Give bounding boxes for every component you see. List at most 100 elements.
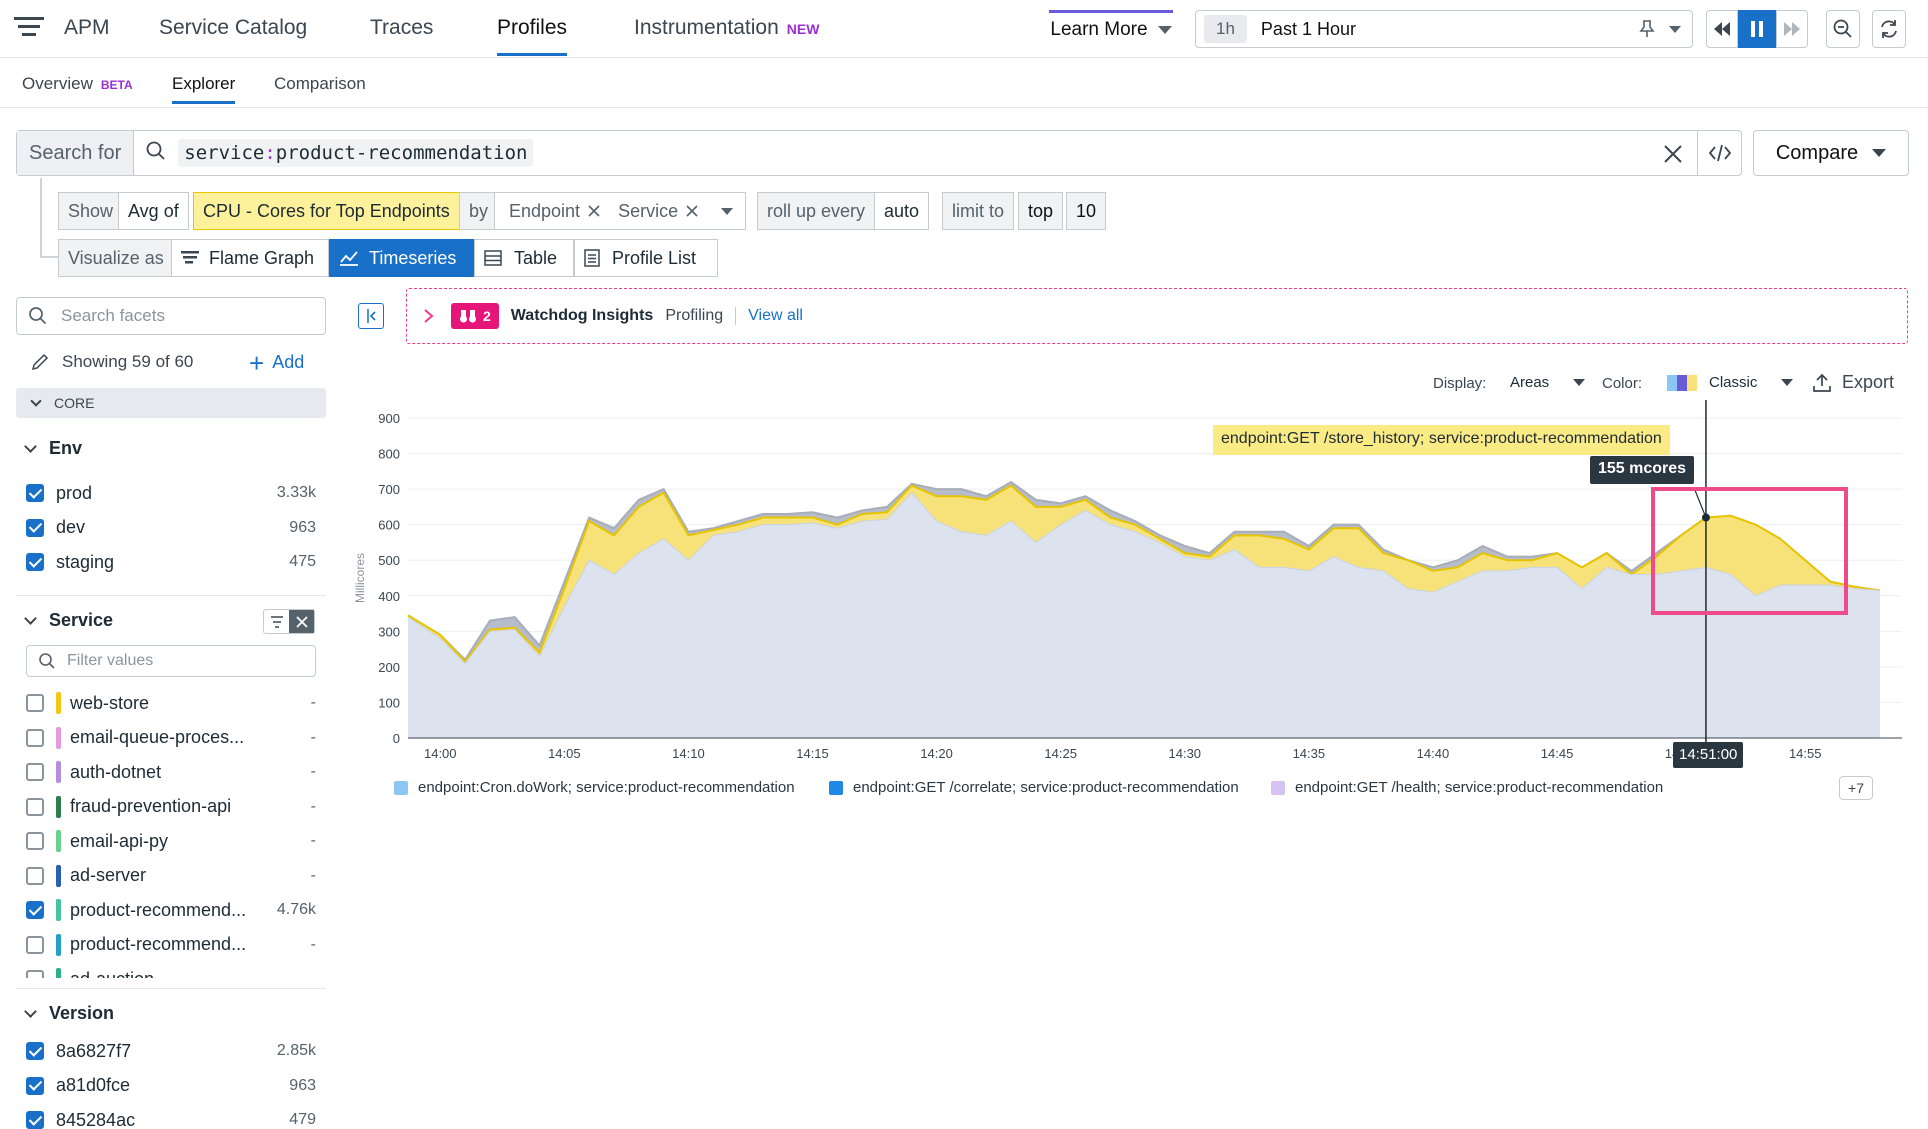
checkbox[interactable]: [26, 518, 44, 537]
pause-button[interactable]: [1738, 10, 1776, 48]
facet-item[interactable]: email-api-py -: [26, 826, 316, 856]
y-tick-label: 900: [378, 411, 400, 426]
legend-more-button[interactable]: +7: [1839, 776, 1873, 800]
service-color-swatch: [56, 726, 61, 749]
fast-forward-button[interactable]: [1776, 10, 1808, 48]
checkbox[interactable]: [26, 832, 44, 850]
checkbox[interactable]: [26, 935, 44, 954]
nav-instrumentation[interactable]: Instrumentation NEW: [634, 16, 819, 40]
rewind-button[interactable]: [1706, 10, 1738, 48]
facet-version-header[interactable]: Version: [24, 1003, 114, 1024]
legend-item[interactable]: endpoint:GET /correlate; service:product…: [829, 779, 1239, 796]
facet-item[interactable]: email-queue-proces... -: [26, 723, 316, 753]
view-all-link[interactable]: View all: [748, 307, 803, 325]
edit-icon[interactable]: [30, 352, 50, 372]
facet-item-name: a81d0fce: [56, 1075, 131, 1095]
checkbox[interactable]: [26, 763, 44, 781]
facet-item-name: ad-server: [70, 865, 147, 885]
facet-search-input[interactable]: Search facets: [16, 297, 326, 335]
visualize-table[interactable]: Table: [474, 239, 574, 277]
compare-button[interactable]: Compare: [1753, 130, 1909, 176]
clear-search-icon[interactable]: [1663, 144, 1683, 169]
facet-item[interactable]: product-recommend... 4.76k: [26, 895, 316, 925]
checkbox[interactable]: [26, 553, 44, 571]
legend-item[interactable]: endpoint:GET /health; service:product-re…: [1271, 779, 1663, 796]
legend-label: endpoint:GET /health; service:product-re…: [1295, 779, 1664, 796]
tag-service[interactable]: Service: [618, 201, 698, 222]
menu-icon[interactable]: [14, 15, 44, 39]
checkbox[interactable]: [26, 484, 44, 502]
close-icon[interactable]: [588, 205, 600, 217]
caret-down-icon[interactable]: [721, 208, 733, 215]
search-query-input[interactable]: service:product-recommendation: [178, 139, 534, 167]
nav-service-catalog[interactable]: Service Catalog: [159, 16, 307, 40]
tab-explorer[interactable]: Explorer: [172, 74, 236, 104]
export-button[interactable]: Export: [1812, 372, 1894, 393]
checkbox[interactable]: [26, 970, 44, 978]
filter-values-input[interactable]: Filter values: [26, 645, 316, 677]
tag-endpoint[interactable]: Endpoint: [509, 201, 600, 222]
chevron-down-icon: [24, 439, 37, 453]
facet-item[interactable]: ad-auction: [26, 964, 316, 978]
checkbox[interactable]: [26, 694, 44, 712]
facet-item[interactable]: 845284ac 479: [26, 1105, 316, 1129]
facet-divider: [16, 988, 326, 989]
checkbox[interactable]: [26, 901, 44, 919]
chevron-down-icon: [30, 394, 42, 407]
refresh-button[interactable]: [1872, 10, 1906, 48]
facet-item[interactable]: prod 3.33k: [26, 478, 316, 508]
filter-icon[interactable]: [264, 610, 289, 633]
tab-comparison[interactable]: Comparison: [274, 74, 366, 94]
visualize-flame-graph[interactable]: Flame Graph: [171, 239, 329, 277]
facet-item[interactable]: staging 475: [26, 547, 316, 577]
facet-item[interactable]: web-store -: [26, 688, 316, 718]
checkbox[interactable]: [26, 1076, 44, 1095]
facet-item[interactable]: auth-dotnet -: [26, 757, 316, 787]
checkbox[interactable]: [26, 1042, 44, 1060]
visualize-label: Visualize as: [58, 239, 174, 277]
checkbox[interactable]: [26, 797, 44, 816]
facet-item[interactable]: a81d0fce 963: [26, 1071, 316, 1101]
caret-down-icon[interactable]: [1669, 26, 1681, 33]
checkbox[interactable]: [26, 1111, 44, 1129]
checkbox[interactable]: [26, 866, 44, 885]
facet-item[interactable]: fraud-prevention-api -: [26, 792, 316, 822]
facet-item[interactable]: product-recommend... -: [26, 930, 316, 960]
limit-top-select[interactable]: top: [1018, 192, 1064, 230]
chevron-right-icon[interactable]: [423, 308, 435, 324]
visualize-profile-list[interactable]: Profile List: [574, 239, 718, 277]
color-value: Classic: [1709, 374, 1758, 391]
facet-item[interactable]: 8a6827f7 2.85k: [26, 1036, 316, 1066]
code-view-icon[interactable]: [1697, 131, 1741, 175]
visualize-timeseries[interactable]: Timeseries: [329, 239, 474, 277]
facet-item[interactable]: ad-server -: [26, 861, 316, 891]
close-icon[interactable]: [686, 205, 698, 217]
close-icon[interactable]: [289, 610, 314, 633]
legend-item[interactable]: endpoint:Cron.doWork; service:product-re…: [394, 779, 795, 796]
metric-select[interactable]: CPU - Cores for Top Endpoints: [193, 192, 460, 230]
learn-more-button[interactable]: Learn More: [1049, 10, 1173, 46]
checkbox[interactable]: [26, 728, 44, 747]
watchdog-insights-banner[interactable]: 2 Watchdog Insights Profiling View all: [406, 288, 1908, 344]
collapse-sidebar-button[interactable]: [358, 303, 384, 329]
facet-item[interactable]: dev 963: [26, 513, 316, 543]
rollup-select[interactable]: auto: [874, 192, 930, 230]
limit-value-input[interactable]: 10: [1066, 192, 1107, 230]
tab-overview[interactable]: Overview BETA: [22, 74, 133, 94]
core-section-header[interactable]: CORE: [16, 388, 326, 418]
learn-more-label: Learn More: [1050, 18, 1148, 40]
display-select[interactable]: Areas: [1510, 374, 1586, 391]
facet-env-header[interactable]: Env: [24, 438, 82, 459]
apm-title[interactable]: APM: [64, 16, 110, 40]
nav-profiles[interactable]: Profiles: [497, 16, 568, 56]
facet-service-header[interactable]: Service: [24, 610, 113, 631]
group-by-field[interactable]: Endpoint Service: [494, 192, 746, 230]
zoom-out-button[interactable]: [1826, 10, 1860, 48]
nav-traces[interactable]: Traces: [370, 16, 433, 40]
aggregation-select[interactable]: Avg of: [118, 192, 189, 230]
pin-icon[interactable]: [1639, 20, 1655, 43]
facet-filter-toggle[interactable]: [263, 609, 315, 634]
add-facet-button[interactable]: + Add: [249, 350, 304, 376]
color-select[interactable]: Classic: [1667, 374, 1794, 391]
time-range-picker[interactable]: 1h Past 1 Hour: [1195, 10, 1693, 48]
